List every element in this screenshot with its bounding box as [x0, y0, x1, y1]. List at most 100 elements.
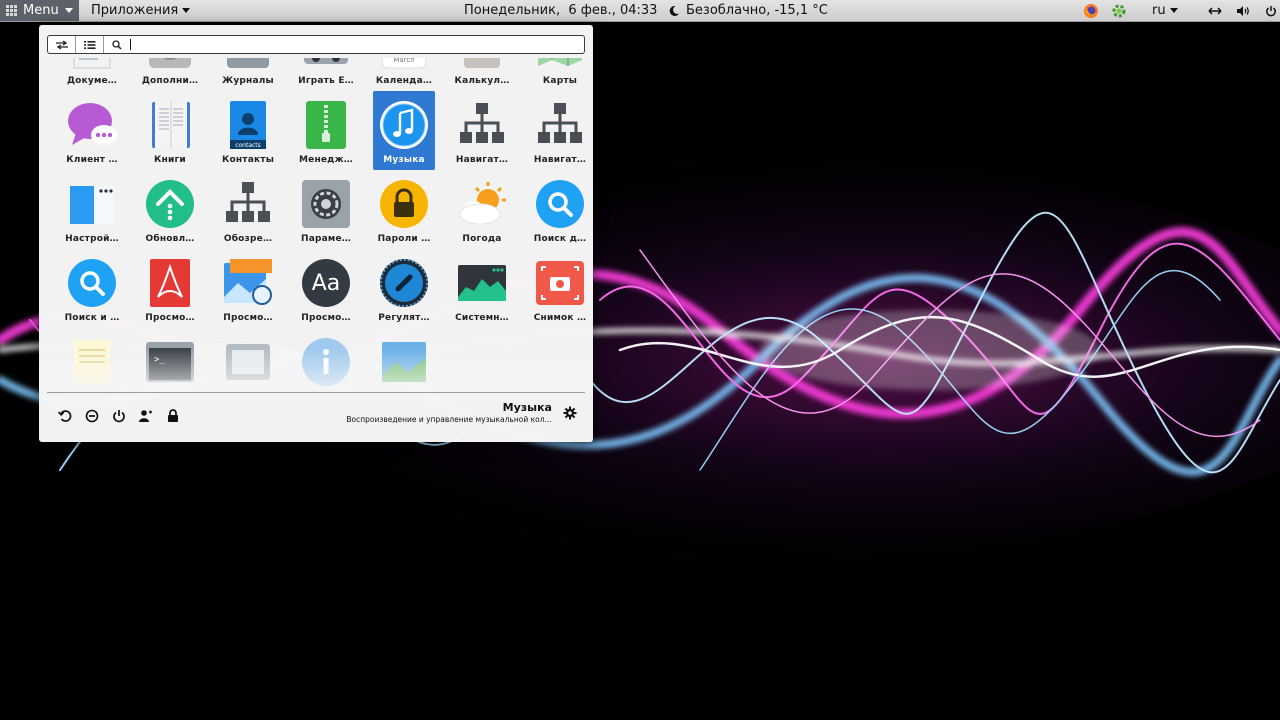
volume-icon[interactable]	[1234, 2, 1252, 20]
passwords-lock-icon	[378, 178, 430, 230]
game-truck-icon	[300, 58, 352, 72]
list-view-toggle[interactable]	[76, 36, 104, 53]
restart-button[interactable]	[57, 408, 73, 424]
app-label: Навигат…	[533, 155, 587, 165]
app-tile[interactable]: Докуме…	[61, 58, 123, 91]
lock-screen-button[interactable]	[165, 408, 181, 424]
chevron-down-icon	[1169, 8, 1178, 13]
shutdown-button[interactable]	[111, 408, 127, 424]
keyboard-layout-button[interactable]: ru	[1152, 3, 1178, 18]
firefox-icon[interactable]	[1082, 2, 1100, 20]
app-tile[interactable]: Обозре…	[217, 170, 279, 249]
menu-button[interactable]: Menu	[0, 0, 79, 21]
app-tile[interactable]: Пароли …	[373, 170, 435, 249]
app-label: Параме…	[301, 234, 351, 244]
network-icon	[534, 99, 586, 151]
language-label: ru	[1152, 3, 1166, 18]
app-grid-viewport[interactable]: Докуме… Дополни… Журналы Играть E… 23March Ка…	[39, 58, 593, 391]
app-tile[interactable]: Поиск д…	[529, 170, 591, 249]
photo-icon	[378, 336, 430, 388]
app-tile[interactable]: Снимок …	[529, 249, 591, 328]
puzzle-gear-icon[interactable]	[1110, 2, 1128, 20]
terminal-icon: >_	[144, 336, 196, 388]
contacts-icon: contacts	[222, 99, 274, 151]
weather-icon	[456, 178, 508, 230]
network-wired-icon[interactable]	[1206, 2, 1224, 20]
menu-settings-button[interactable]	[563, 405, 579, 421]
app-label: Календа…	[375, 76, 433, 86]
app-tile[interactable]: Параме…	[295, 170, 357, 249]
screenshot-icon	[534, 257, 586, 309]
app-tile[interactable]: Навигат…	[451, 91, 513, 170]
app-label: Снимок …	[533, 313, 587, 323]
app-label: Докуме…	[66, 76, 118, 86]
app-tile[interactable]	[373, 328, 435, 391]
suspend-icon	[85, 409, 99, 423]
music-icon	[378, 99, 430, 151]
app-tile[interactable]: contacts Контакты	[217, 91, 279, 170]
app-tile[interactable]: Навигат…	[529, 91, 591, 170]
app-tile[interactable]: Карты	[529, 58, 591, 91]
update-icon	[144, 178, 196, 230]
image-viewer-icon	[222, 257, 274, 309]
app-tile[interactable]	[61, 328, 123, 391]
app-tile[interactable]	[217, 328, 279, 391]
svg-text:contacts: contacts	[235, 142, 261, 149]
search-icon	[66, 257, 118, 309]
app-tile[interactable]: 23March Календа…	[373, 58, 435, 91]
app-tile[interactable]: Играть E…	[295, 58, 357, 91]
selected-app-name: Музыка	[502, 401, 552, 414]
app-tile[interactable]: Менедж…	[295, 91, 357, 170]
list-icon	[83, 40, 95, 49]
calendar-icon: 23March	[378, 58, 430, 72]
app-tile[interactable]: Системн…	[451, 249, 513, 328]
documents-icon	[66, 58, 118, 72]
app-tile[interactable]: Настрой…	[61, 170, 123, 249]
switch-user-button[interactable]	[138, 408, 154, 424]
pdf-viewer-icon	[144, 257, 196, 309]
app-tile[interactable]	[295, 328, 357, 391]
top-panel: Menu Приложения Понедельник, 6 фев., 04:…	[0, 0, 1280, 22]
search-field[interactable]	[104, 36, 584, 53]
app-tile[interactable]: Журналы	[217, 58, 279, 91]
app-tile[interactable]: Регулят…	[373, 249, 435, 328]
app-label: Журналы	[222, 76, 274, 86]
search-input[interactable]	[139, 38, 559, 51]
power-icon[interactable]	[1262, 2, 1280, 20]
app-tile[interactable]: Aa Просмо…	[295, 249, 357, 328]
app-label: Просмо…	[145, 313, 195, 323]
svg-text:>_: >_	[154, 355, 165, 365]
network-browser-icon	[222, 178, 274, 230]
svg-text:Aa: Aa	[312, 271, 341, 296]
app-tile[interactable]: >_	[139, 328, 201, 391]
weather-indicator[interactable]: Безоблачно, -15,1 °C	[668, 0, 828, 21]
app-tile[interactable]: Калькул…	[451, 58, 513, 91]
system-monitor-icon	[456, 257, 508, 309]
app-tile[interactable]: Дополни…	[139, 58, 201, 91]
app-label: Системн…	[455, 313, 509, 323]
app-tile[interactable]: Музыка	[373, 91, 435, 170]
category-view-toggle[interactable]	[48, 36, 76, 53]
info-icon	[300, 336, 352, 388]
settings-gear-icon	[300, 178, 352, 230]
app-tile[interactable]: Просмо…	[217, 249, 279, 328]
app-tile[interactable]: Просмо…	[139, 249, 201, 328]
app-tile[interactable]: Обновл…	[139, 170, 201, 249]
suspend-button[interactable]	[84, 408, 100, 424]
user-switch-icon	[139, 410, 152, 422]
app-tile[interactable]: Поиск и …	[61, 249, 123, 328]
app-tile[interactable]: Клиент …	[61, 91, 123, 170]
app-label: Менедж…	[298, 155, 353, 165]
applications-label: Приложения	[91, 3, 179, 18]
chevron-down-icon	[64, 8, 73, 13]
maps-icon	[534, 58, 586, 72]
boxes-icon	[222, 336, 274, 388]
app-tile[interactable]: Книги	[139, 91, 201, 170]
weather-text: Безоблачно, -15,1 °C	[686, 3, 828, 18]
app-label: Настрой…	[65, 234, 119, 244]
extensions-icon	[144, 58, 196, 72]
clock[interactable]: Понедельник, 6 фев., 04:33	[464, 0, 657, 21]
app-tile[interactable]: Погода	[451, 170, 513, 249]
applications-menu-button[interactable]: Приложения	[91, 0, 191, 21]
calculator-icon	[456, 58, 508, 72]
